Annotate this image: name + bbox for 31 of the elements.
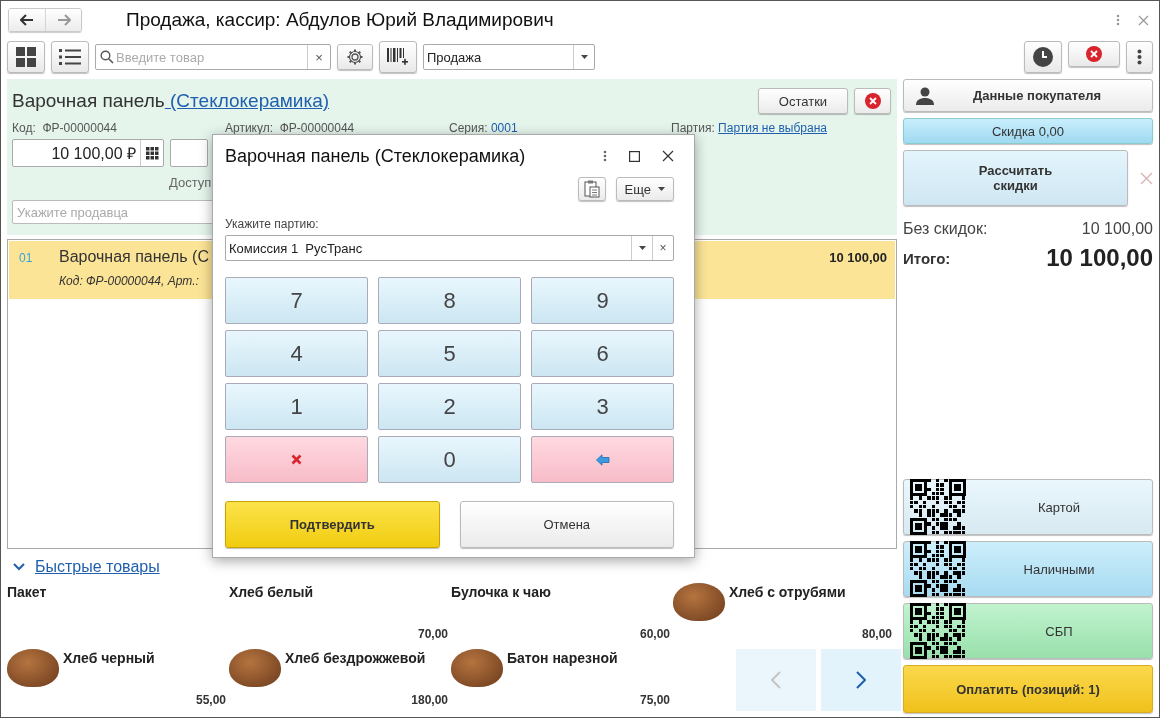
product-name: Варочная панель (Стеклокерамика) [12, 90, 330, 112]
good-price: 55,00 [195, 693, 226, 707]
window-title: Продажа, кассир: Абдулов Юрий Владимирович [126, 9, 554, 31]
total-value: 10 100,00 [1046, 244, 1153, 272]
good-name: Хлеб бездрожжевой [285, 649, 426, 666]
row-number: 01 [19, 250, 34, 268]
row-details: Код: ФР-00000044, Арт.: [59, 274, 199, 289]
good-price: 60,00 [639, 627, 670, 641]
good-name: Пакет [7, 583, 47, 600]
batch-label: Партия: [671, 121, 716, 135]
good-price: 180,00 [411, 693, 448, 707]
good-price: 75,00 [639, 693, 670, 707]
batch-label: Укажите партию: [225, 217, 320, 231]
row-sum: 10 100,00 [829, 249, 887, 268]
good-name: Хлеб белый [229, 583, 314, 600]
dialog-title: Варочная панель (Стеклокерамика) [225, 145, 526, 167]
good-name: Хлеб черный [63, 649, 155, 666]
good-name: Батон нарезной [507, 649, 618, 666]
no-discount-value: 10 100,00 [1081, 220, 1153, 238]
row-product-name: Варочная панель (С [59, 247, 209, 267]
good-name: Булочка к чаю [451, 583, 551, 600]
good-price: 80,00 [861, 627, 892, 641]
article-text: Артикул: ФР-00000044 [225, 121, 355, 135]
good-name: Хлеб с отрубями [729, 583, 846, 600]
total-label: Итого: [903, 249, 951, 267]
code-text: Код: ФР-00000044 [12, 121, 117, 135]
series-value: 0001 [490, 121, 518, 135]
series-label: Серия: [449, 121, 489, 135]
available-label: Доступ [169, 175, 212, 191]
good-price: 70,00 [417, 627, 448, 641]
no-discount-label: Без скидок: [903, 220, 988, 238]
